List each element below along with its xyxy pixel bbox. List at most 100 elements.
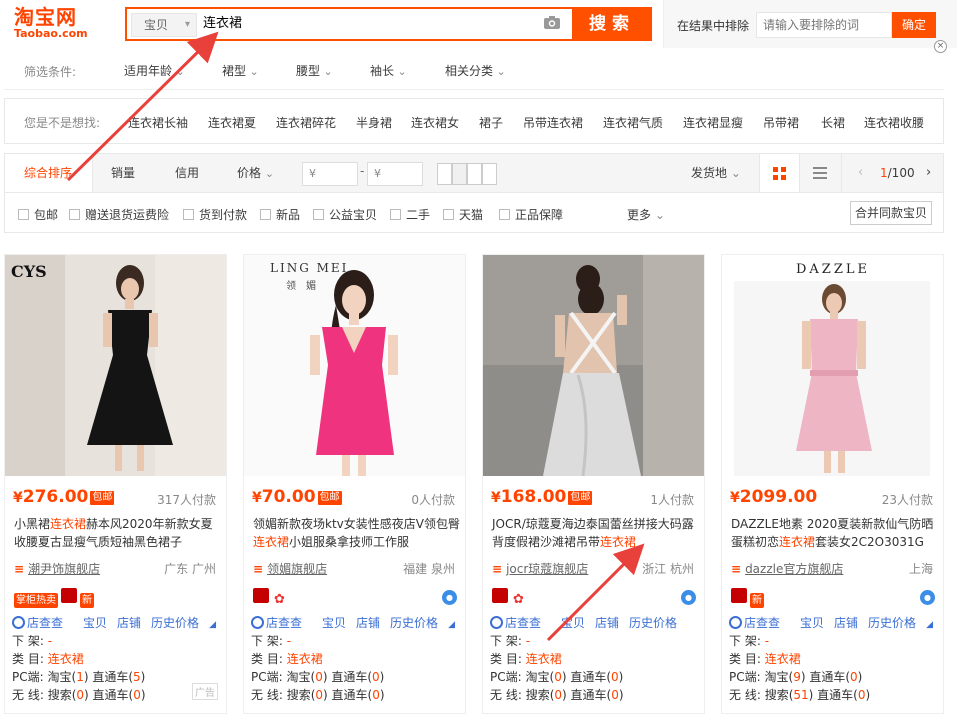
price-history-link[interactable]: 历史价格 [868, 616, 916, 630]
sort-sales[interactable]: 销量 [111, 154, 135, 192]
grid-view-icon[interactable] [759, 154, 799, 192]
product-title[interactable]: JOCR/琼蔻夏海边泰国蕾丝拼接大码露背度假裙沙滩裙吊带连衣裙 [492, 515, 700, 551]
more-filters-button[interactable]: 更多 [627, 206, 665, 223]
suggest-item[interactable]: 连衣裙显瘦 [683, 114, 743, 131]
shop-link[interactable]: dazzle官方旗舰店 [731, 560, 843, 577]
product-card[interactable]: ¥168.00 包邮 1人付款 JOCR/琼蔻夏海边泰国蕾丝拼接大码露背度假裙沙滩… [482, 254, 705, 714]
price-history-link[interactable]: 历史价格 [629, 616, 677, 630]
product-title[interactable]: DAZZLE地素 2020夏装新款仙气防晒蛋糕初恋连衣裙套装女2C2O3031G [731, 515, 939, 551]
checkbox[interactable] [313, 209, 324, 220]
product-image[interactable] [483, 255, 704, 476]
exclude-input[interactable] [756, 12, 892, 38]
search-category-select[interactable]: 宝贝 [131, 13, 197, 37]
camera-icon[interactable] [543, 15, 563, 31]
suggest-item[interactable]: 长裙 [821, 114, 845, 131]
suggest-item[interactable]: 连衣裙收腰 [864, 114, 924, 131]
check-tmall[interactable]: 天猫 [443, 206, 483, 223]
checkbox[interactable] [443, 209, 454, 220]
dcc-link[interactable]: 店查查 [12, 616, 73, 630]
dcc-link[interactable]: 店查查 [729, 616, 790, 630]
next-page-icon[interactable]: › [926, 154, 931, 192]
meta-value[interactable]: 连衣裙 [287, 652, 323, 666]
new-badge[interactable]: 新 [750, 593, 764, 608]
exclude-confirm-button[interactable]: 确定 [892, 12, 936, 38]
checkbox[interactable] [499, 209, 510, 220]
meta-value[interactable]: 连衣裙 [526, 652, 562, 666]
filter-sleeve[interactable]: 袖长 [370, 62, 407, 79]
search-button[interactable]: 搜索 [572, 7, 652, 41]
prev-page-icon[interactable]: ‹ [858, 154, 863, 192]
new-badge[interactable]: 新 [80, 593, 94, 608]
filter-category[interactable]: 相关分类 [445, 62, 506, 79]
dcc-link[interactable]: 店查查 [251, 616, 312, 630]
check-genuine[interactable]: 正品保障 [499, 206, 563, 223]
check-return-insurance[interactable]: 赠送退货运费险 [69, 206, 169, 223]
shop-link[interactable]: 潮尹饰旗舰店 [14, 560, 100, 577]
check-free-shipping[interactable]: 包邮 [18, 206, 58, 223]
product-card[interactable]: CYS ¥276.00 包邮 317人付款 小黑裙连衣裙赫本风2020年新款女夏收… [4, 254, 227, 714]
sort-price[interactable]: 价格 ⌄ [237, 154, 274, 192]
flower-icon[interactable]: ✿ [272, 592, 288, 607]
suggest-item[interactable]: 连衣裙气质 [603, 114, 663, 131]
merge-same-button[interactable]: 合并同款宝贝 [850, 201, 932, 225]
product-title[interactable]: 领媚新款夜场ktv女装性感夜店V领包臀连衣裙小姐服桑拿技师工作服 [253, 515, 461, 551]
tmall-icon[interactable] [492, 588, 508, 603]
meta-value[interactable]: 连衣裙 [48, 652, 84, 666]
tmall-icon[interactable] [731, 588, 747, 603]
item-link[interactable]: 宝贝 [800, 616, 824, 630]
store-link[interactable]: 店铺 [595, 616, 619, 630]
suggest-item[interactable]: 吊带连衣裙 [523, 114, 583, 131]
checkbox[interactable] [390, 209, 401, 220]
checkbox[interactable] [183, 209, 194, 220]
suggest-item[interactable]: 连衣裙夏 [208, 114, 256, 131]
wangwang-icon[interactable]: ● [681, 590, 696, 605]
suggest-item[interactable]: 连衣裙碎花 [276, 114, 336, 131]
flower-icon[interactable]: ✿ [511, 592, 527, 607]
product-image[interactable]: LING MEI 领 媚 [244, 255, 465, 476]
taobao-logo[interactable]: 淘宝网 Taobao.com [14, 6, 114, 40]
checkbox[interactable] [18, 209, 29, 220]
suggest-item[interactable]: 半身裙 [356, 114, 392, 131]
product-image[interactable]: CYS [5, 255, 226, 476]
checkbox[interactable] [260, 209, 271, 220]
filter-skirt-type[interactable]: 裙型 [222, 62, 259, 79]
store-link[interactable]: 店铺 [834, 616, 858, 630]
sort-default[interactable]: 综合排序 [5, 154, 93, 192]
filter-waist[interactable]: 腰型 [296, 62, 333, 79]
suggest-item[interactable]: 连衣裙女 [411, 114, 459, 131]
suggest-item[interactable]: 连衣裙长袖 [128, 114, 188, 131]
shop-link[interactable]: jocr琼蔻旗舰店 [492, 560, 588, 577]
shop-link[interactable]: 领媚旗舰店 [253, 560, 327, 577]
product-card[interactable]: DAZZLE ¥2099.00 23人付款 DAZZLE地素 2020夏装新款仙… [721, 254, 944, 714]
product-image[interactable]: DAZZLE [722, 255, 943, 476]
check-cod[interactable]: 货到付款 [183, 206, 247, 223]
item-link[interactable]: 宝贝 [561, 616, 585, 630]
tmall-icon[interactable] [61, 588, 77, 603]
price-to-input[interactable]: ¥ [367, 162, 423, 186]
price-history-link[interactable]: 历史价格 [151, 616, 199, 630]
price-history-link[interactable]: 历史价格 [390, 616, 438, 630]
price-from-input[interactable]: ¥ [302, 162, 358, 186]
check-charity[interactable]: 公益宝贝 [313, 206, 377, 223]
wangwang-icon[interactable]: ● [920, 590, 935, 605]
check-new[interactable]: 新品 [260, 206, 300, 223]
store-link[interactable]: 店铺 [356, 616, 380, 630]
product-title[interactable]: 小黑裙连衣裙赫本风2020年新款女夏收腰夏古显瘦气质短袖黑色裙子 [14, 515, 222, 551]
price-range-slider[interactable] [437, 163, 499, 185]
filter-age[interactable]: 适用年龄 [124, 62, 185, 79]
item-link[interactable]: 宝贝 [83, 616, 107, 630]
check-second-hand[interactable]: 二手 [390, 206, 430, 223]
dcc-link[interactable]: 店查查 [490, 616, 551, 630]
store-link[interactable]: 店铺 [117, 616, 141, 630]
suggest-item[interactable]: 吊带裙 [763, 114, 799, 131]
product-card[interactable]: LING MEI 领 媚 ¥70.00 包邮 0人付款 领媚新款夜场ktv女装性感… [243, 254, 466, 714]
sort-credit[interactable]: 信用 [175, 154, 199, 192]
suggest-item[interactable]: 裙子 [479, 114, 503, 131]
list-view-icon[interactable] [799, 154, 839, 192]
hot-seller-badge[interactable]: 掌柜热卖 [14, 593, 58, 608]
tmall-icon[interactable] [253, 588, 269, 603]
search-input[interactable]: 连衣裙 [203, 11, 242, 37]
meta-value[interactable]: 连衣裙 [765, 652, 801, 666]
ship-from-select[interactable]: 发货地 [691, 154, 741, 192]
checkbox[interactable] [69, 209, 80, 220]
